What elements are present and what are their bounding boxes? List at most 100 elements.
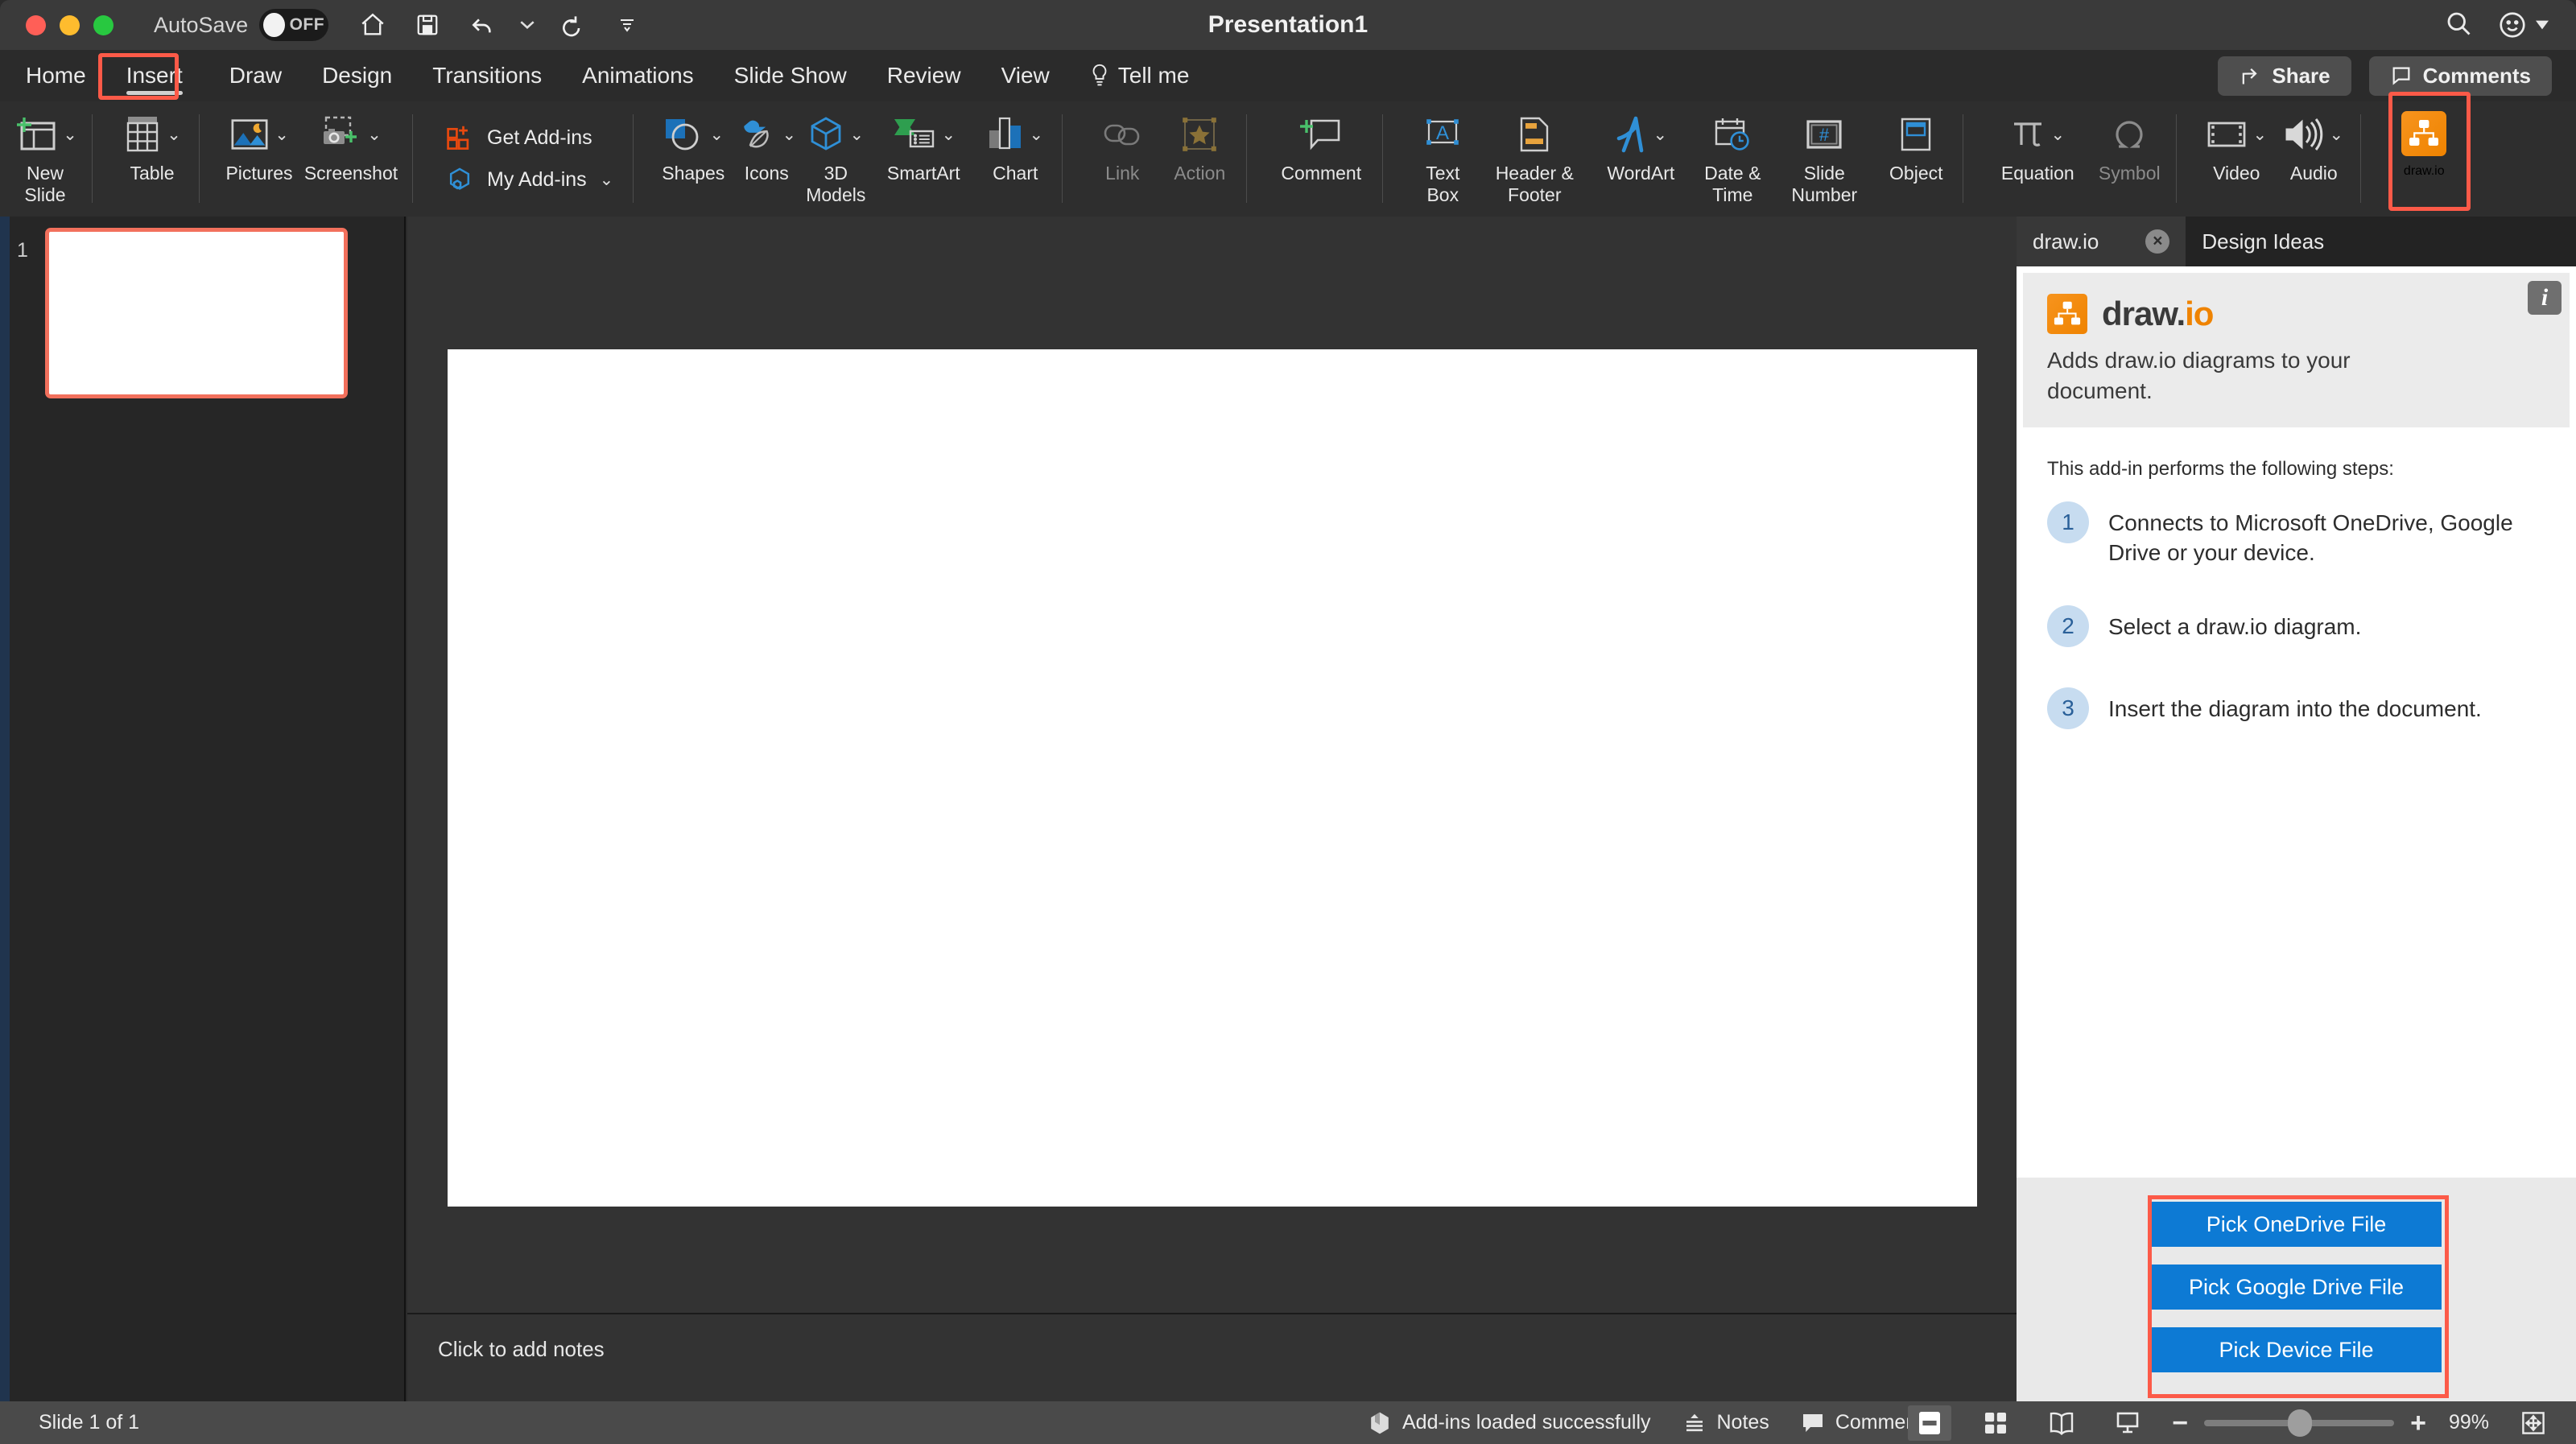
- comments-button[interactable]: Comments: [2368, 56, 2552, 96]
- fit-slide-icon[interactable]: [2512, 1405, 2555, 1441]
- text-box-button[interactable]: A Text Box: [1404, 101, 1481, 206]
- my-addins-icon: [449, 167, 470, 190]
- slide-sorter-icon[interactable]: [1974, 1405, 2017, 1441]
- close-icon[interactable]: ×: [2145, 229, 2170, 254]
- slideshow-icon[interactable]: [2106, 1405, 2149, 1441]
- insert-comment-button[interactable]: Comment: [1268, 101, 1374, 184]
- new-slide-caret-icon[interactable]: ⌄: [63, 126, 77, 143]
- symbol-icon: [2116, 121, 2143, 148]
- get-addins-button[interactable]: Get Add-ins: [445, 124, 613, 153]
- task-pane-tab-design-ideas[interactable]: Design Ideas: [2186, 217, 2576, 266]
- tab-insert[interactable]: Insert: [109, 55, 200, 97]
- home-icon[interactable]: [356, 8, 390, 42]
- slide-thumbnail-panel[interactable]: 1: [0, 217, 406, 1401]
- notes-button[interactable]: Notes: [1683, 1411, 1769, 1434]
- my-addins-button[interactable]: My Add-ins ⌄: [445, 166, 613, 195]
- drawio-ribbon-button[interactable]: draw.io: [2382, 101, 2466, 179]
- save-icon[interactable]: [411, 8, 444, 42]
- audio-button[interactable]: ⌄ Audio: [2275, 101, 2352, 184]
- account-menu[interactable]: [2497, 10, 2549, 40]
- status-bar-right: − + 99%: [1908, 1405, 2555, 1441]
- zoom-slider[interactable]: − +: [2172, 1409, 2426, 1437]
- smartart-caret-icon[interactable]: ⌄: [941, 126, 956, 143]
- slide-number-button[interactable]: # Slide Number: [1771, 101, 1877, 206]
- icons-button[interactable]: ⌄ Icons: [732, 101, 801, 184]
- zoom-handle[interactable]: [2288, 1409, 2313, 1437]
- 3d-models-caret-icon[interactable]: ⌄: [849, 126, 864, 143]
- my-addins-caret-icon[interactable]: ⌄: [600, 171, 614, 188]
- header-footer-button[interactable]: Header & Footer: [1481, 101, 1587, 206]
- video-icon: [2208, 122, 2246, 147]
- normal-view-icon[interactable]: [1908, 1405, 1952, 1441]
- info-icon[interactable]: i: [2528, 281, 2562, 315]
- audio-caret-icon[interactable]: ⌄: [2329, 126, 2343, 143]
- notes-pane[interactable]: Click to add notes: [407, 1314, 2017, 1401]
- pick-onedrive-file-button[interactable]: Pick OneDrive File: [2151, 1202, 2442, 1247]
- table-button[interactable]: ⌄ Table: [114, 101, 191, 184]
- tab-review[interactable]: Review: [869, 55, 979, 97]
- shapes-caret-icon[interactable]: ⌄: [709, 126, 724, 143]
- maximize-window-button[interactable]: [93, 14, 114, 35]
- ribbon-group-comments: Comment: [1261, 101, 1397, 217]
- autosave-control[interactable]: AutoSave OFF: [154, 9, 329, 41]
- slide-editing-area[interactable]: Click to add notes: [407, 217, 2017, 1401]
- tab-slide-show[interactable]: Slide Show: [716, 55, 865, 97]
- task-pane-tab-drawio[interactable]: draw.io ×: [2017, 217, 2186, 266]
- video-caret-icon[interactable]: ⌄: [2252, 126, 2267, 143]
- equation-caret-icon[interactable]: ⌄: [2050, 126, 2065, 143]
- link-button[interactable]: Link: [1084, 101, 1161, 184]
- zoom-track[interactable]: [2204, 1409, 2395, 1437]
- thumbnail-row[interactable]: 1: [0, 217, 404, 398]
- share-button[interactable]: Share: [2218, 56, 2351, 96]
- wordart-caret-icon[interactable]: ⌄: [1653, 126, 1667, 143]
- object-button[interactable]: Object: [1877, 101, 1955, 184]
- 3d-models-label: 3D Models: [806, 163, 866, 206]
- 3d-models-icon: [811, 117, 841, 151]
- screenshot-button[interactable]: ⌄ Screenshot: [298, 101, 404, 184]
- pictures-caret-icon[interactable]: ⌄: [275, 126, 289, 143]
- equation-button[interactable]: ⌄ Equation: [1984, 101, 2091, 184]
- screenshot-caret-icon[interactable]: ⌄: [367, 126, 382, 143]
- 3d-models-button[interactable]: ⌄ 3D Models: [801, 101, 870, 206]
- chart-button[interactable]: ⌄ Chart: [976, 101, 1054, 184]
- slide-canvas[interactable]: [447, 349, 1977, 1207]
- tab-animations[interactable]: Animations: [564, 55, 712, 97]
- action-icon: [1183, 118, 1217, 151]
- tab-view[interactable]: View: [984, 55, 1067, 97]
- ribbon-tab-bar: Home Insert Draw Design Transitions Anim…: [0, 50, 2576, 101]
- icons-caret-icon[interactable]: ⌄: [782, 126, 796, 143]
- pick-device-file-button[interactable]: Pick Device File: [2151, 1327, 2442, 1372]
- chart-caret-icon[interactable]: ⌄: [1029, 126, 1043, 143]
- smartart-button[interactable]: ⌄ SmartArt: [870, 101, 976, 184]
- date-time-button[interactable]: Date & Time: [1694, 101, 1771, 206]
- minimize-window-button[interactable]: [60, 14, 80, 35]
- action-button[interactable]: Action: [1161, 101, 1238, 184]
- zoom-out-button[interactable]: −: [2172, 1409, 2188, 1437]
- tab-home[interactable]: Home: [8, 55, 104, 97]
- customize-toolbar-icon[interactable]: [610, 8, 644, 42]
- close-window-button[interactable]: [26, 14, 46, 35]
- reading-view-icon[interactable]: [2040, 1405, 2083, 1441]
- tab-draw[interactable]: Draw: [212, 55, 299, 97]
- symbol-button[interactable]: Symbol: [2091, 101, 2168, 184]
- chart-icon: [989, 117, 1022, 150]
- table-caret-icon[interactable]: ⌄: [167, 126, 181, 143]
- tab-tell-me[interactable]: Tell me: [1072, 55, 1208, 97]
- tab-design[interactable]: Design: [304, 55, 410, 97]
- video-button[interactable]: ⌄ Video: [2198, 101, 2275, 184]
- shapes-button[interactable]: ⌄ Shapes: [654, 101, 732, 184]
- wordart-button[interactable]: ⌄ WordArt: [1587, 101, 1694, 184]
- step-text: Insert the diagram into the document.: [2108, 696, 2482, 722]
- search-icon[interactable]: [2444, 9, 2473, 42]
- slide-thumbnail-1[interactable]: [45, 228, 348, 398]
- undo-caret-icon[interactable]: [520, 8, 535, 42]
- ribbon-separator: [92, 114, 93, 203]
- tab-transitions[interactable]: Transitions: [415, 55, 559, 97]
- redo-icon[interactable]: [555, 8, 589, 42]
- autosave-toggle[interactable]: OFF: [259, 9, 329, 41]
- new-slide-button[interactable]: ⌄ New Slide: [6, 101, 84, 206]
- zoom-in-button[interactable]: +: [2410, 1409, 2426, 1437]
- pictures-button[interactable]: ⌄ Pictures: [221, 101, 298, 184]
- undo-icon[interactable]: [465, 8, 499, 42]
- pick-google-drive-file-button[interactable]: Pick Google Drive File: [2151, 1265, 2442, 1310]
